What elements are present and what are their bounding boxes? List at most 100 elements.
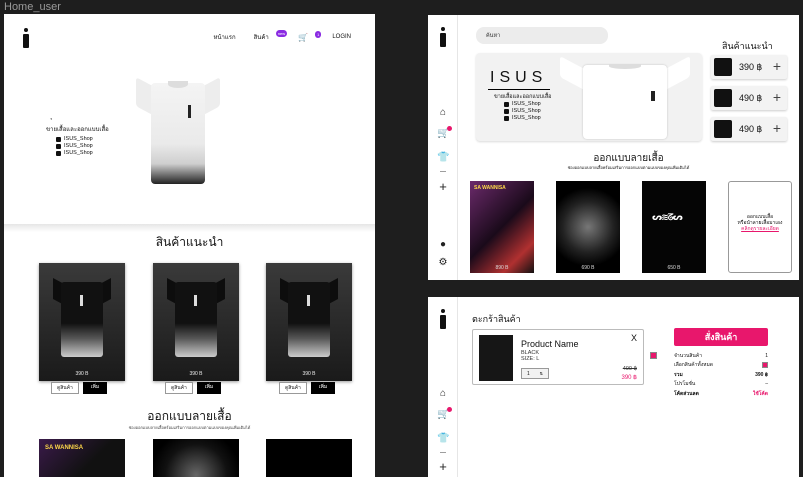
item-select-checkbox[interactable] <box>650 352 657 359</box>
add-icon[interactable]: + <box>437 460 449 473</box>
custom-design-card[interactable]: ออกแบบเสื้อ หรือนำลายเสื้อมาเอง คลิกดูรา… <box>728 181 792 273</box>
design-price: 890 B <box>495 265 509 271</box>
remove-item-button[interactable]: X <box>631 333 637 343</box>
hero-tagline: ขายเสื้อและออกแบบเสื้อ <box>46 127 109 133</box>
home-icon[interactable]: ⌂ <box>437 107 449 119</box>
product-actions: ดูสินค้า เพิ่ม <box>51 382 108 394</box>
design-price: 650 B <box>667 265 681 271</box>
product-meta: BLACK SIZE: L <box>521 350 539 362</box>
recommended-title: สินค้าแนะนำ <box>155 235 224 249</box>
add-icon[interactable]: + <box>773 89 781 105</box>
product-card[interactable]: 390 B <box>39 263 125 381</box>
place-order-button[interactable]: สั่งสินค้า <box>674 328 768 346</box>
product-name: Product Name <box>521 339 579 349</box>
summary-row: โค้ดส่วนลด ใช้โค้ด <box>674 390 768 398</box>
line-icon <box>56 151 61 156</box>
gear-icon[interactable]: ⚙ <box>437 257 449 269</box>
messenger-link[interactable]: ISUS_Shop <box>56 143 93 150</box>
add-icon[interactable]: + <box>773 58 781 74</box>
messenger-icon <box>56 144 61 149</box>
hero-tshirt-image <box>136 74 220 184</box>
cart-frame: ⌂ 🛒 👕 — + ตะกร้าสินค้า Product Name BLAC… <box>428 297 799 477</box>
facebook-icon <box>56 137 61 142</box>
product-price: 490 ฿ <box>739 124 763 134</box>
recommended-item[interactable]: 490 ฿ + <box>711 117 787 141</box>
brand-banner: ISUS ขายเสื้อและออกแบบเสื้อ ISUS_Shop IS… <box>476 53 702 141</box>
recommended-title: สินค้าแนะนำ <box>722 41 773 51</box>
home-icon[interactable]: ⌂ <box>437 388 449 400</box>
hero-comma: , <box>50 112 53 121</box>
product-thumbnail <box>479 335 513 381</box>
new-badge: new <box>275 30 288 37</box>
product-thumbnail <box>714 120 732 138</box>
frame-label: Home_user <box>4 1 61 13</box>
messenger-link[interactable]: ISUS_Shop <box>504 108 541 115</box>
sidebar: ⌂ 🛒 👕 — + ● ⚙ <box>428 15 458 280</box>
view-product-button[interactable]: ดูสินค้า <box>51 382 79 394</box>
discount-price: 390 ฿ <box>621 375 638 381</box>
cart-item: Product Name BLACK SIZE: L X 1 ⇅ 490 ฿ 39… <box>472 329 644 385</box>
product-price: 390 B <box>189 371 203 377</box>
design-card[interactable] <box>266 439 352 477</box>
search-input[interactable]: ค้นหา <box>476 27 608 44</box>
line-link[interactable]: ISUS_Shop <box>504 115 541 122</box>
design-card[interactable]: 690 B <box>556 181 620 273</box>
select-all-checkbox[interactable] <box>762 362 768 369</box>
recommended-item[interactable]: 490 ฿ + <box>711 86 787 110</box>
design-card[interactable]: SA WANNISA <box>39 439 125 477</box>
logo-icon[interactable] <box>22 28 30 50</box>
facebook-link[interactable]: ISUS_Shop <box>56 136 93 143</box>
add-to-cart-button[interactable]: เพิ่ม <box>310 382 336 394</box>
design-card[interactable]: ᔕ≋ᘔᔕ 650 B <box>642 181 706 273</box>
banner-tshirt-image <box>560 56 690 139</box>
cart-icon[interactable]: 🛒 <box>437 126 452 140</box>
stepper-arrows-icon[interactable]: ⇅ <box>540 371 543 376</box>
add-icon[interactable]: + <box>773 120 781 136</box>
summary-row: รวม 390 ฿ <box>674 371 768 378</box>
product-card[interactable]: 390 B <box>266 263 352 381</box>
login-link[interactable]: LOGIN <box>332 34 351 40</box>
design-price: 690 B <box>581 265 595 271</box>
banner-tagline: ขายเสื้อและออกแบบเสื้อ <box>494 94 552 100</box>
cart-count-badge: 1 <box>315 30 322 38</box>
product-price: 390 ฿ <box>739 62 763 72</box>
logo-icon[interactable] <box>439 309 447 331</box>
facebook-link[interactable]: ISUS_Shop <box>504 101 541 108</box>
line-link[interactable]: ISUS_Shop <box>56 150 93 157</box>
product-price: 390 B <box>302 371 316 377</box>
shirt-icon[interactable]: 👕 <box>437 433 449 445</box>
product-actions: ดูสินค้า เพิ่ม <box>165 382 222 394</box>
summary-row: เลือกสินค้าทั้งหมด <box>674 361 768 371</box>
product-card[interactable]: 390 B <box>153 263 239 381</box>
messenger-icon <box>504 109 509 114</box>
line-icon <box>504 116 509 121</box>
logo-icon[interactable] <box>439 27 447 49</box>
design-card-header: SA WANNISA <box>45 445 84 451</box>
view-product-button[interactable]: ดูสินค้า <box>165 382 193 394</box>
product-thumbnail <box>714 58 732 76</box>
recommended-item[interactable]: 390 ฿ + <box>711 55 787 79</box>
apply-code-link[interactable]: ใช้โค้ด <box>753 390 768 398</box>
cart-icon[interactable]: 🛒 <box>437 407 452 421</box>
graffiti-art-icon: ᔕ≋ᘔᔕ <box>652 213 683 223</box>
original-price: 490 ฿ <box>622 366 637 372</box>
home-frame: หน้าแรก สินค้าnew 🛒 1 LOGIN , ขายเสื้อและ… <box>4 14 375 477</box>
add-to-cart-button[interactable]: เพิ่ม <box>82 382 108 394</box>
product-price: 390 B <box>75 371 89 377</box>
design-card[interactable] <box>153 439 239 477</box>
cart-icon[interactable]: 🛒 1 <box>298 30 322 42</box>
nav-home[interactable]: หน้าแรก <box>213 32 235 42</box>
nav-products[interactable]: สินค้าnew <box>254 30 288 42</box>
dashboard-frame: ⌂ 🛒 👕 — + ● ⚙ ค้นหา ISUS ขายเสื้อและออกแ… <box>428 15 799 280</box>
design-subtitle: ช่องออกแบบลายเสื้อพร้อมเสริมการออกแบบตาม… <box>128 425 251 430</box>
add-icon[interactable]: + <box>437 180 449 193</box>
facebook-icon <box>504 102 509 107</box>
user-icon[interactable]: ● <box>437 239 449 251</box>
top-nav: หน้าแรก สินค้าnew 🛒 1 LOGIN <box>213 30 351 42</box>
add-to-cart-button[interactable]: เพิ่ม <box>196 382 222 394</box>
design-card[interactable]: SA WANNISA 890 B <box>470 181 534 273</box>
view-product-button[interactable]: ดูสินค้า <box>279 382 307 394</box>
custom-card-link[interactable]: คลิกดูรายละเอียด <box>729 226 791 232</box>
design-card-header: SA WANNISA <box>474 185 506 191</box>
quantity-stepper[interactable]: 1 ⇅ <box>521 368 549 379</box>
